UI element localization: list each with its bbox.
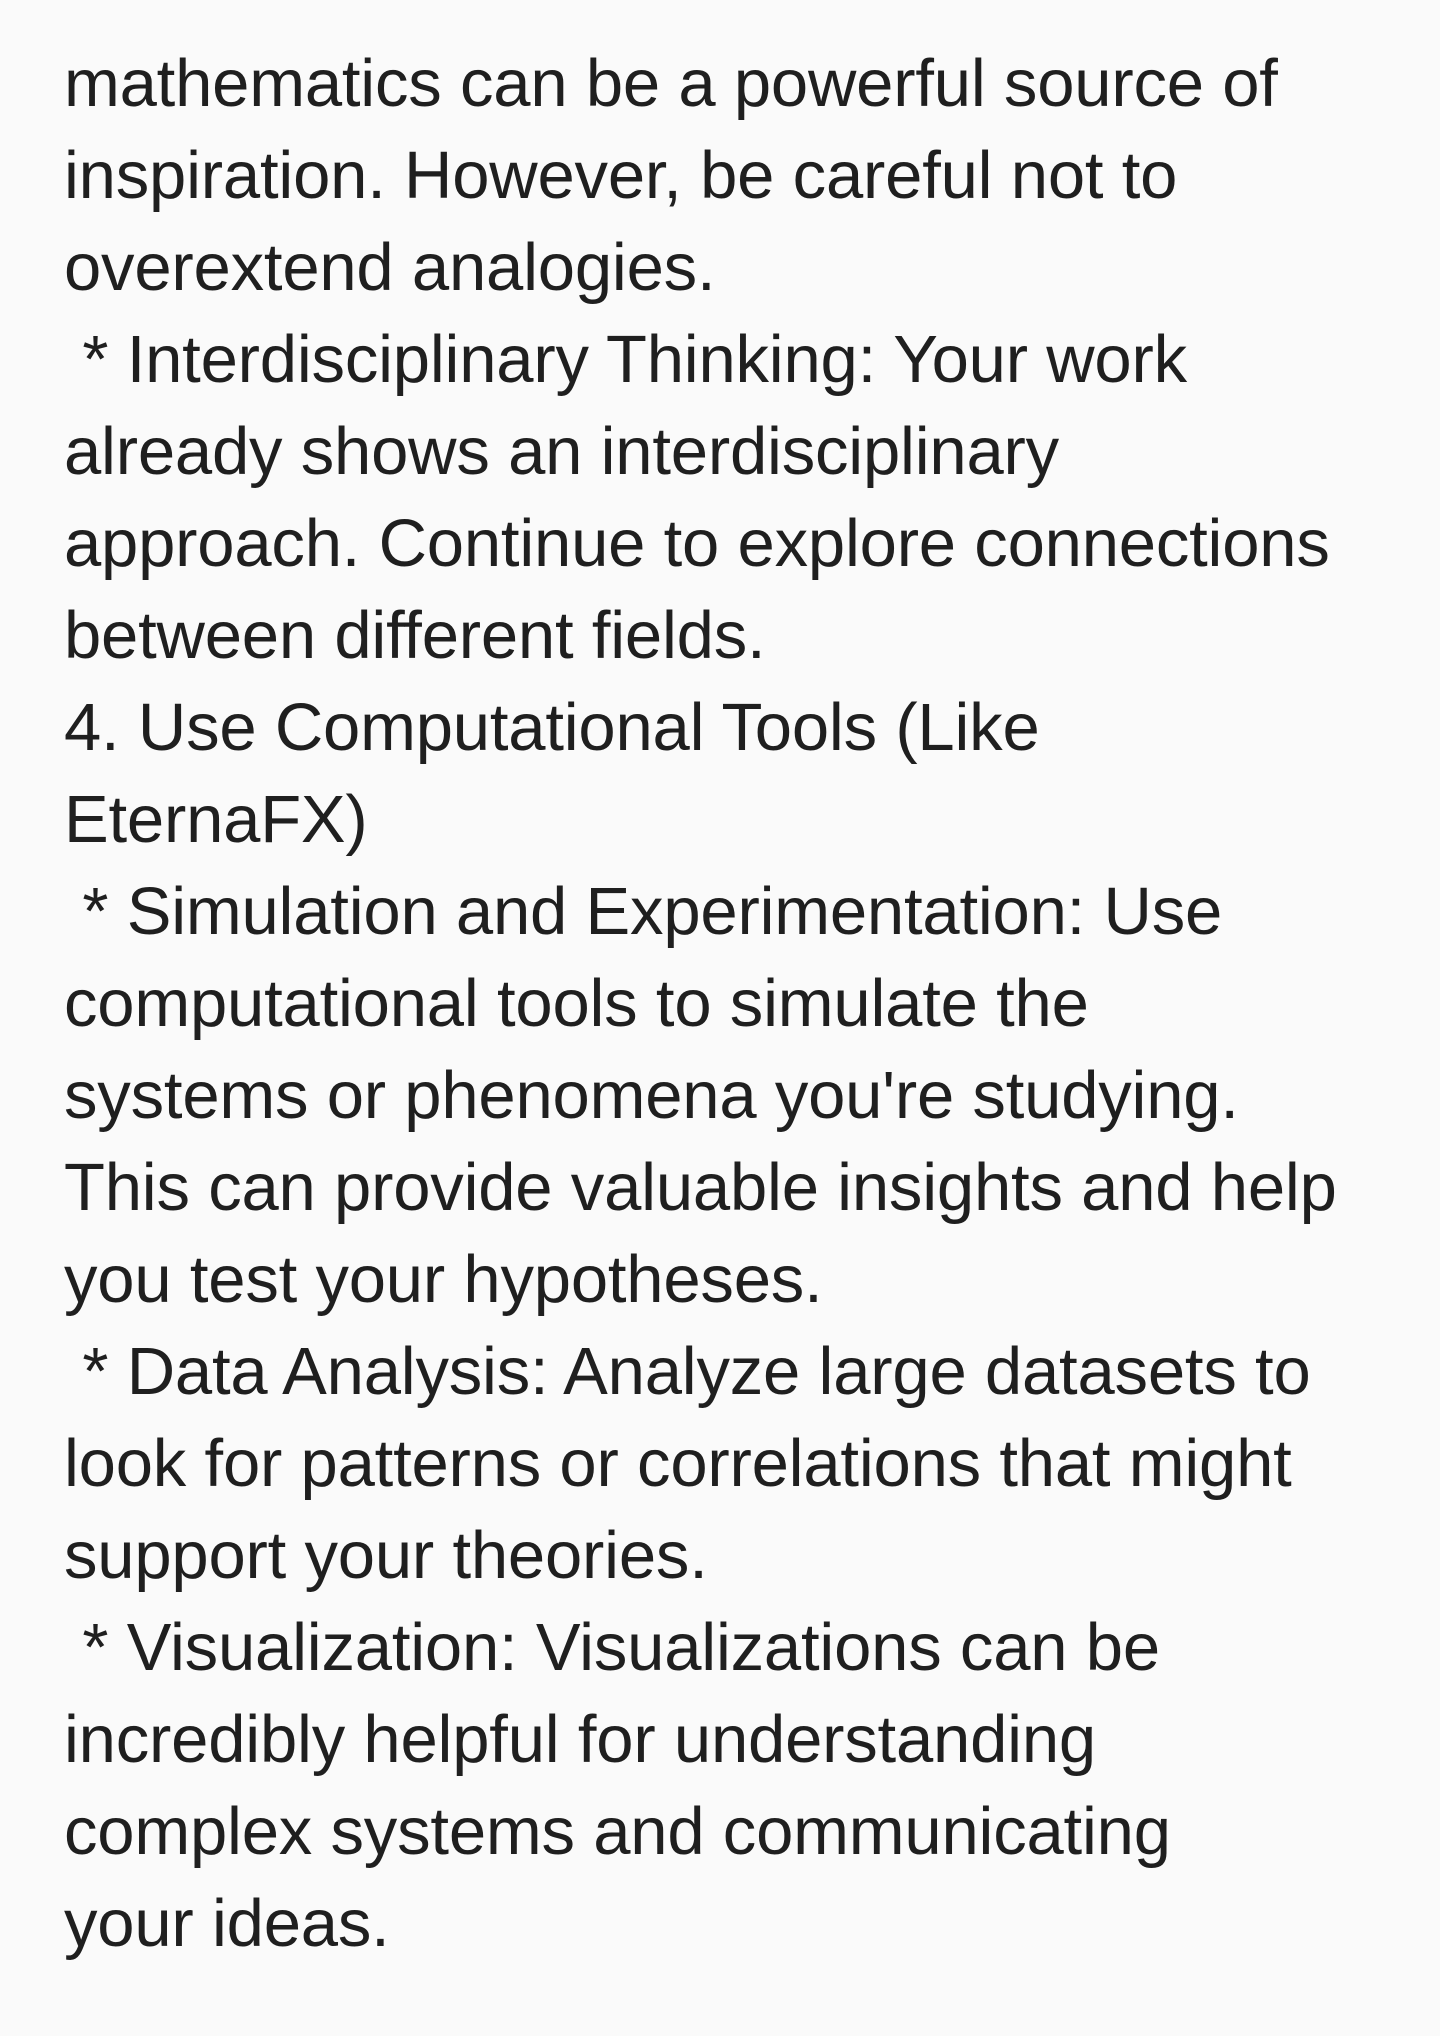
text-line: you test your hypotheses. — [64, 1242, 823, 1317]
bullet-line: * Data Analysis: Analyze large datasets … — [64, 1334, 1311, 1409]
text-line: look for patterns or correlations that m… — [64, 1426, 1292, 1501]
text-line: mathematics can be a powerful source of — [64, 46, 1278, 121]
text-line: complex systems and communicating — [64, 1794, 1171, 1869]
numbered-heading-line: 4. Use Computational Tools (Like — [64, 690, 1040, 765]
bullet-line: * Visualization: Visualizations can be — [64, 1610, 1160, 1685]
bullet-line: * Simulation and Experimentation: Use — [64, 874, 1223, 949]
bullet-line: * Interdisciplinary Thinking: Your work — [64, 322, 1187, 397]
text-line: your ideas. — [64, 1886, 390, 1961]
text-line: inspiration. However, be careful not to — [64, 138, 1178, 213]
text-line: support your theories. — [64, 1518, 708, 1593]
text-line: overextend analogies. — [64, 230, 716, 305]
numbered-heading-line: EternaFX) — [64, 782, 368, 857]
document-page: mathematics can be a powerful source of … — [0, 0, 1440, 2036]
text-line: approach. Continue to explore connection… — [64, 506, 1330, 581]
document-text: mathematics can be a powerful source of … — [64, 38, 1404, 1970]
text-line: computational tools to simulate the — [64, 966, 1089, 1041]
text-line: systems or phenomena you're studying. — [64, 1058, 1239, 1133]
text-line: between different fields. — [64, 598, 766, 673]
text-line: This can provide valuable insights and h… — [64, 1150, 1337, 1225]
text-line: incredibly helpful for understanding — [64, 1702, 1096, 1777]
text-line: already shows an interdisciplinary — [64, 414, 1059, 489]
